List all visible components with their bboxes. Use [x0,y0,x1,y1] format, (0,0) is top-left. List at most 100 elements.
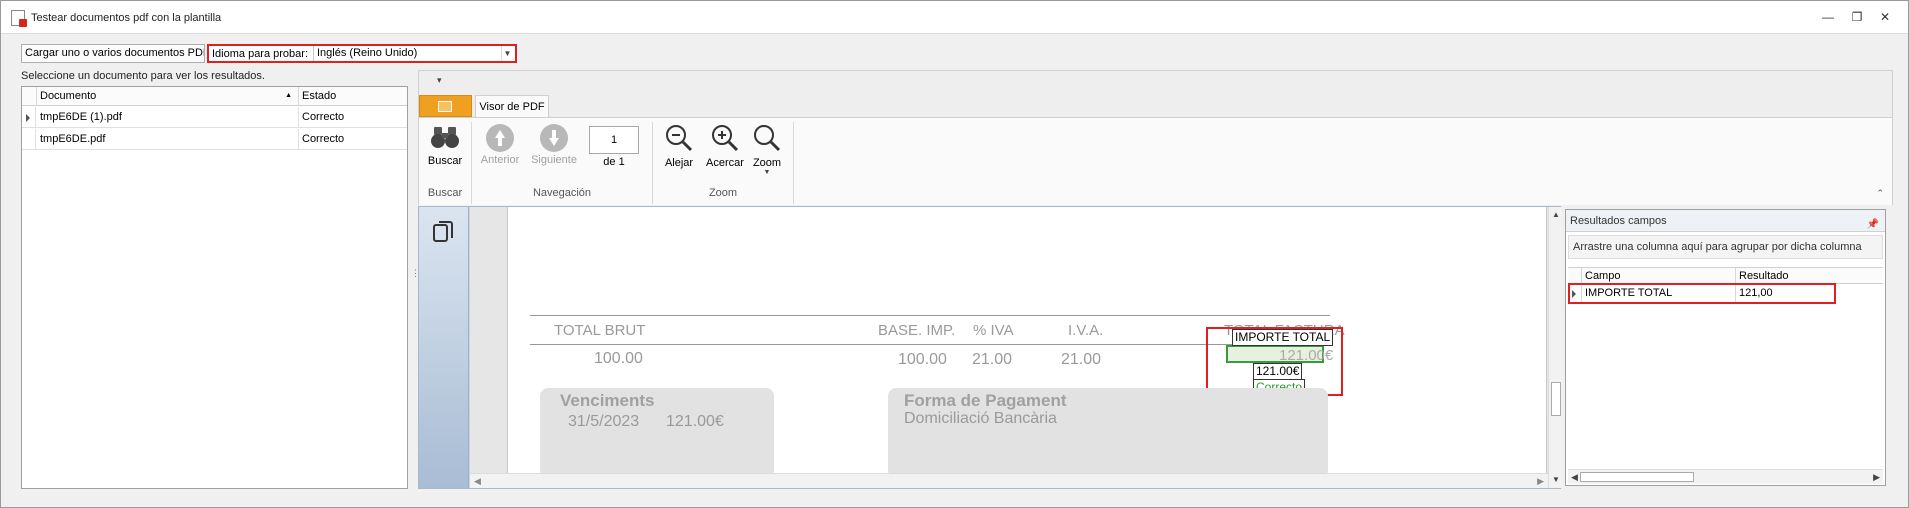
pdf-value-total-brut: 100.00 [594,350,643,367]
window-title: Testear documentos pdf con la plantilla [31,12,222,24]
column-documento-label: Documento [40,90,97,102]
indicator-header [22,87,37,106]
collapse-ribbon-icon[interactable]: ⌃ [1876,188,1884,199]
page-number-input[interactable]: 1 [589,126,639,154]
table-row[interactable]: IMPORTE TOTAL 121,00 [1568,283,1883,304]
sort-asc-icon: ▲ [285,92,292,99]
chevron-down-icon[interactable]: ▼ [501,46,513,61]
results-panel: Resultados campos 📌 Arrastre una columna… [1565,209,1886,486]
pdf-viewer: TOTAL BRUT BASE. IMP. % IVA I.V.A. TOTAL… [418,206,1562,489]
horizontal-scrollbar[interactable]: ◀ ▶ [470,473,1548,488]
siguiente-button[interactable]: Siguiente [529,124,579,166]
pin-icon[interactable]: 📌 [1867,214,1879,236]
language-picker: Idioma para probar: Inglés (Reino Unido)… [207,44,517,63]
vertical-scrollbar[interactable]: ▲ ▼ [1548,207,1562,488]
load-pdf-button[interactable]: Cargar uno o varios documentos PDF [21,44,205,63]
overlay-field-value: 121.00€ [1253,363,1303,380]
zoom-label: Zoom [752,157,782,169]
row-indicator [22,107,36,128]
select-document-hint: Seleccione un documento para ver los res… [21,70,265,82]
results-horizontal-scrollbar[interactable]: ◀ ▶ [1568,469,1883,484]
cell-estado[interactable]: Correcto [299,107,407,128]
binoculars-icon [431,127,459,148]
ribbon-body: Buscar Buscar Anterior Siguiente 1 de 1 … [419,117,1892,205]
table-row[interactable]: tmpE6DE (1).pdf Correcto [22,107,407,128]
scroll-thumb[interactable] [1551,382,1561,416]
group-zoom-label: Zoom [708,187,738,199]
row-indicator [22,129,36,150]
zoom-button[interactable]: Zoom ▼ [749,124,785,176]
zoom-out-icon [666,125,693,152]
table-top-rule [530,315,1330,316]
language-label: Idioma para probar: [212,48,308,60]
language-select[interactable]: Inglés (Reino Unido) ▼ [313,46,515,61]
acercar-button[interactable]: Acercar [703,124,747,169]
tab-file[interactable] [419,95,472,117]
venciments-amount: 121.00€ [666,413,724,430]
pdf-header-iva-pct: % IVA [973,322,1014,339]
main-window: Testear documentos pdf con la plantilla … [0,0,1909,508]
arrow-up-icon [486,124,514,152]
anterior-button[interactable]: Anterior [479,124,521,166]
table-row[interactable]: tmpE6DE.pdf Correcto [22,129,407,150]
cell-documento[interactable]: tmpE6DE (1).pdf [37,107,299,128]
title-bar: Testear documentos pdf con la plantilla … [1,1,1908,34]
pdf-value-iva-pct: 21.00 [972,351,1013,368]
row-highlight-box [1568,283,1836,304]
scroll-right-icon[interactable]: ▶ [1537,476,1544,487]
overlay-field-name: IMPORTE TOTAL [1232,329,1334,346]
venciments-date: 31/5/2023 [568,413,640,430]
pdf-page: TOTAL BRUT BASE. IMP. % IVA I.V.A. TOTAL… [507,207,1547,473]
document-icon [438,101,452,112]
forma-pagament-method: Domiciliació Bancària [904,410,1057,427]
page-area: TOTAL BRUT BASE. IMP. % IVA I.V.A. TOTAL… [470,207,1560,473]
documents-grid: Documento ▲ Estado tmpE6DE (1).pdf Corre… [21,86,408,489]
pdf-header-total-brut: TOTAL BRUT [554,322,646,339]
scroll-right-icon[interactable]: ▶ [1873,472,1880,483]
group-divider [793,122,794,204]
siguiente-label: Siguiente [531,154,577,166]
pdf-value-iva: 21.00 [1061,351,1102,368]
chevron-down-icon: ▼ [763,169,771,176]
quick-access-dropdown-icon[interactable]: ▾ [437,75,442,86]
thumbnail-strip [419,207,469,488]
anterior-label: Anterior [480,154,520,166]
pdf-header-base-imp: BASE. IMP. [878,322,956,339]
grid-header: Documento ▲ Estado [22,87,407,106]
scroll-up-icon[interactable]: ▲ [1552,210,1560,219]
results-title-text: Resultados campos [1570,215,1667,227]
cell-documento[interactable]: tmpE6DE.pdf [37,129,299,150]
group-by-area[interactable]: Arrastre una columna aquí para agrupar p… [1568,235,1883,259]
language-value: Inglés (Reino Unido) [317,47,418,59]
alejar-label: Alejar [664,157,694,169]
pdf-header-iva: I.V.A. [1068,322,1104,339]
restore-icon[interactable]: ❐ [1849,10,1865,24]
alejar-button[interactable]: Alejar [659,124,699,169]
forma-pagament-title: Forma de Pagament [904,391,1067,410]
minimize-icon[interactable]: — [1820,10,1836,24]
close-icon[interactable]: ✕ [1877,10,1893,24]
scroll-left-icon[interactable]: ◀ [1571,472,1578,483]
venciments-title: Venciments [560,391,655,410]
buscar-button[interactable]: Buscar [425,124,465,167]
zoom-in-icon [712,125,739,152]
column-estado[interactable]: Estado [299,87,407,106]
pdf-value-base-imp: 100.00 [898,351,947,368]
results-title: Resultados campos 📌 [1566,210,1885,232]
splitter-handle[interactable]: ⋮ [411,269,420,285]
scroll-down-icon[interactable]: ▼ [1552,475,1560,484]
tab-visor-pdf[interactable]: Visor de PDF [475,95,549,118]
ribbon: ▾ Visor de PDF Buscar Buscar Anterior Si… [418,70,1893,205]
magnifier-icon [754,125,781,152]
scroll-left-icon[interactable]: ◀ [474,476,481,487]
page-of-label: de 1 [603,156,625,168]
group-navegacion-label: Navegación [532,187,592,199]
pdf-app-icon [11,10,27,27]
scroll-thumb[interactable] [1580,472,1694,482]
cell-estado[interactable]: Correcto [299,129,407,150]
row-pointer-icon [26,114,30,122]
arrow-down-icon [540,124,568,152]
column-documento[interactable]: Documento ▲ [37,87,299,106]
results-grid-header: Campo Resultado [1568,267,1883,285]
pages-icon[interactable] [433,219,455,243]
